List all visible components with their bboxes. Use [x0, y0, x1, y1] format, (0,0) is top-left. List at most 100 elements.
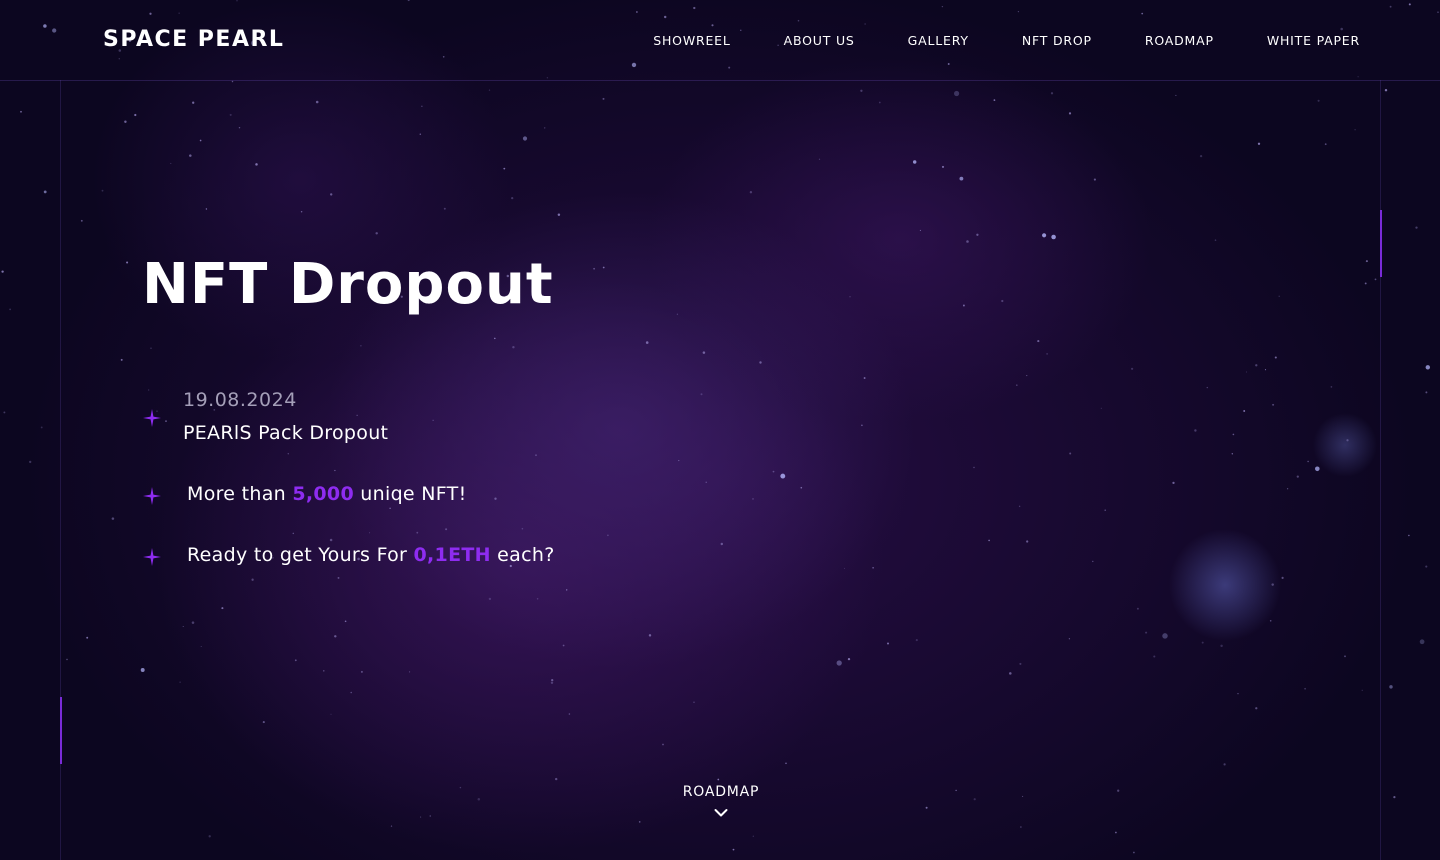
star — [700, 393, 703, 396]
star — [550, 681, 554, 685]
star — [1255, 364, 1258, 367]
star — [1133, 851, 1135, 854]
nav-link-nft-drop[interactable]: NFT DROP — [1022, 33, 1092, 48]
star — [1172, 481, 1175, 485]
nav-link-showreel[interactable]: SHOWREEL — [653, 33, 730, 48]
star — [607, 534, 609, 537]
star — [80, 219, 83, 222]
price-prefix: Ready to get Yours For — [187, 544, 414, 566]
star — [124, 120, 127, 123]
star — [1271, 583, 1274, 586]
star — [1042, 233, 1047, 238]
star — [238, 126, 241, 129]
star — [1354, 129, 1356, 131]
star — [477, 798, 481, 801]
star — [565, 589, 568, 591]
star — [323, 670, 325, 672]
star — [1050, 92, 1054, 95]
star — [915, 639, 918, 642]
star — [294, 659, 297, 662]
star — [785, 762, 787, 765]
star — [1115, 831, 1117, 834]
nav-link-roadmap[interactable]: ROADMAP — [1145, 33, 1214, 48]
star — [140, 668, 145, 672]
star — [1393, 796, 1396, 799]
star — [1272, 403, 1275, 406]
star — [732, 848, 735, 851]
star — [511, 196, 514, 200]
star — [954, 90, 960, 97]
star — [192, 101, 195, 104]
star — [887, 642, 889, 645]
star — [488, 597, 492, 601]
star — [179, 681, 181, 683]
main-nav: SHOWREEL ABOUT US GALLERY NFT DROP ROADM… — [653, 33, 1360, 48]
star — [1257, 142, 1261, 145]
star — [1264, 369, 1267, 371]
nft-count-suffix: uniqe NFT! — [353, 483, 467, 505]
star — [752, 498, 754, 500]
star — [134, 113, 137, 117]
star — [1092, 560, 1094, 563]
star — [861, 424, 863, 427]
scroll-label: ROADMAP — [682, 784, 760, 800]
star — [843, 567, 846, 569]
star — [702, 351, 706, 354]
star — [860, 89, 863, 92]
star — [959, 176, 964, 181]
scroll-to-roadmap-button[interactable]: ROADMAP — [670, 784, 772, 818]
sparkle-icon — [143, 487, 161, 505]
star — [111, 517, 115, 520]
nav-link-about-us[interactable]: ABOUT US — [784, 33, 855, 48]
star — [120, 358, 123, 361]
star — [645, 341, 649, 344]
star — [1281, 576, 1284, 579]
star — [993, 99, 996, 101]
star — [1001, 299, 1004, 303]
star — [752, 835, 754, 837]
star — [1175, 94, 1177, 96]
star — [208, 835, 211, 838]
star — [1046, 353, 1048, 355]
star — [544, 127, 546, 129]
star — [1408, 534, 1410, 537]
star — [360, 670, 363, 673]
star — [1425, 391, 1428, 394]
star — [1194, 429, 1197, 432]
star — [1199, 154, 1203, 158]
star — [1162, 633, 1168, 639]
star — [389, 507, 391, 509]
star — [420, 816, 422, 818]
star — [1214, 239, 1217, 241]
star — [1153, 655, 1156, 658]
star — [416, 531, 419, 534]
star — [165, 420, 167, 422]
star — [780, 473, 786, 479]
star — [1245, 371, 1247, 373]
star — [315, 100, 319, 104]
right-frame-accent — [1380, 210, 1382, 277]
nft-count-prefix: More than — [187, 483, 293, 505]
star — [334, 635, 337, 638]
star — [1232, 433, 1235, 436]
star — [912, 160, 917, 164]
star — [717, 778, 720, 781]
star — [557, 213, 561, 216]
star — [419, 133, 422, 135]
sparkle-icon — [143, 548, 161, 566]
star — [966, 240, 969, 243]
star — [1130, 367, 1134, 370]
star — [66, 658, 68, 661]
star — [429, 815, 431, 817]
site-logo[interactable]: SPACE PEARL — [103, 27, 284, 52]
star — [1274, 356, 1277, 359]
price-line: Ready to get Yours For 0,1ETH each? — [187, 544, 555, 566]
star — [602, 266, 605, 269]
star — [182, 625, 184, 628]
star — [973, 798, 976, 801]
star — [522, 136, 528, 141]
star — [648, 634, 652, 637]
nav-link-white-paper[interactable]: WHITE PAPER — [1267, 33, 1360, 48]
nav-link-gallery[interactable]: GALLERY — [908, 33, 969, 48]
star — [1117, 789, 1120, 792]
